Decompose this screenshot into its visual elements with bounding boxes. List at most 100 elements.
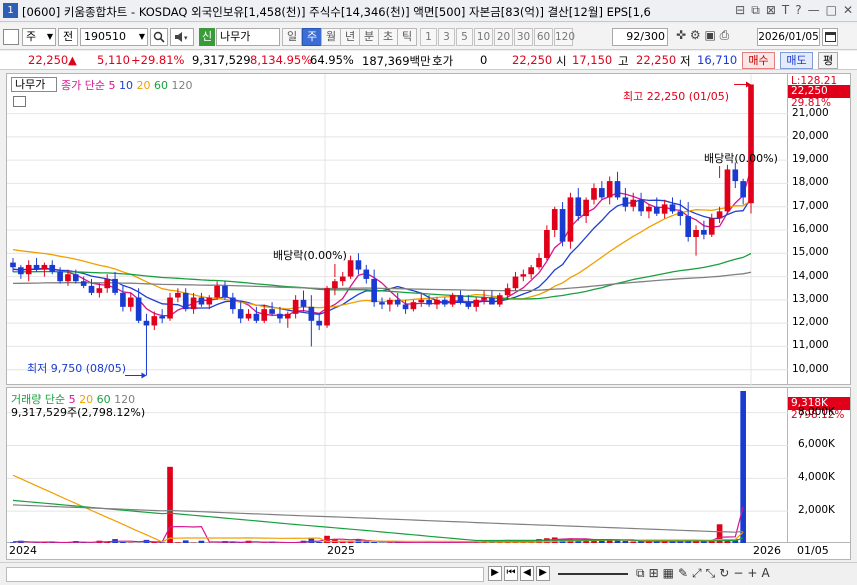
candle-body bbox=[457, 295, 464, 303]
copy-icon[interactable]: ⧉ bbox=[636, 566, 645, 581]
high-annotation: 최고 22,250 (01/05) bbox=[623, 90, 730, 103]
speaker-icon[interactable]: ▾ bbox=[170, 28, 194, 46]
period-week[interactable]: 주 bbox=[302, 28, 322, 46]
num-button-60[interactable]: 60 bbox=[534, 28, 553, 46]
num-button-20[interactable]: 20 bbox=[494, 28, 513, 46]
volume-ma-line-5 bbox=[12, 506, 744, 544]
period-year[interactable]: 년 bbox=[340, 28, 360, 46]
zoom-out-icon[interactable]: − bbox=[733, 566, 743, 581]
period-second[interactable]: 초 bbox=[378, 28, 398, 46]
period-day[interactable]: 일 bbox=[282, 28, 302, 46]
candle-body bbox=[544, 230, 550, 258]
scrollbar-area: ▶ ⏮ ◀ ▶ ⧉ ⊞ ▦ ✎ ⤢ ⤡ ↻ − + A bbox=[0, 562, 857, 585]
candle-body bbox=[567, 197, 574, 242]
count-field[interactable]: 92/300 bbox=[612, 28, 668, 46]
print-icon[interactable]: ⎙ bbox=[720, 28, 730, 42]
num-button-3[interactable]: 3 bbox=[438, 28, 455, 46]
minimize-icon[interactable]: — bbox=[808, 3, 820, 18]
candle-body bbox=[638, 199, 644, 212]
scroll-left-button[interactable]: ▶ bbox=[488, 566, 502, 581]
scroll-track[interactable] bbox=[6, 567, 484, 582]
eval-button[interactable]: 평 bbox=[818, 52, 838, 69]
hoga-price: 22,250 bbox=[512, 53, 553, 67]
crosshair-icon[interactable]: ✜ bbox=[676, 28, 686, 42]
zoom-in-icon[interactable]: + bbox=[747, 566, 757, 581]
period-tick[interactable]: 틱 bbox=[397, 28, 417, 46]
candle-body bbox=[339, 276, 346, 282]
candle-body bbox=[206, 297, 213, 305]
date-field[interactable]: 2026/01/05 bbox=[757, 28, 820, 46]
search-icon[interactable] bbox=[150, 28, 168, 46]
candle-body bbox=[190, 297, 197, 310]
candle-body bbox=[496, 295, 503, 305]
candle-body bbox=[740, 181, 746, 198]
date-axis: 2024 2025 2026 01/05 bbox=[6, 543, 851, 560]
volume-bar bbox=[740, 390, 746, 544]
candle-body bbox=[614, 181, 621, 198]
save-icon[interactable]: ▣ bbox=[704, 28, 715, 42]
period-minute[interactable]: 분 bbox=[359, 28, 379, 46]
candle-body bbox=[120, 292, 126, 307]
expand-icon[interactable]: ⤢ bbox=[692, 566, 702, 581]
price-axis-tick: 21,000 bbox=[792, 106, 829, 119]
period-month[interactable]: 월 bbox=[321, 28, 341, 46]
candle-body bbox=[630, 199, 637, 207]
help-icon[interactable]: ? bbox=[795, 3, 801, 18]
maximize-icon[interactable]: □ bbox=[826, 3, 837, 18]
font-size-icon[interactable]: A bbox=[761, 566, 769, 581]
stock-tab[interactable]: 나무가 bbox=[11, 77, 57, 92]
price-axis-tick: 14,000 bbox=[792, 269, 829, 282]
new-badge: 신 bbox=[199, 28, 215, 46]
print-icon[interactable]: ⊠ bbox=[766, 3, 776, 18]
table-icon[interactable]: ▦ bbox=[663, 566, 674, 581]
close-icon[interactable]: ✕ bbox=[843, 3, 853, 18]
scroll-first-button[interactable]: ⏮ bbox=[504, 566, 518, 581]
shrink-icon[interactable]: ⤡ bbox=[706, 566, 716, 581]
volume-chart-panel[interactable]: 거래량 단순 5 20 60 120 9,317,529주(2,798.12%) bbox=[6, 387, 789, 544]
pencil-icon[interactable]: ✎ bbox=[678, 566, 688, 581]
hoga-label: 호가 bbox=[432, 54, 454, 68]
num-button-10[interactable]: 10 bbox=[474, 28, 493, 46]
refresh-icon[interactable]: ↻ bbox=[719, 566, 729, 581]
calendar-icon[interactable] bbox=[822, 28, 838, 46]
toolbar: 주 ▼ 전 190510 ▼ ▾ 신 나무가 일 주 월 년 분 초 틱 1 3 5… bbox=[0, 24, 857, 50]
type-select[interactable]: 주 ▼ bbox=[22, 28, 56, 46]
num-button-5[interactable]: 5 bbox=[456, 28, 473, 46]
scroll-next-button[interactable]: ▶ bbox=[536, 566, 550, 581]
price-axis-tick: 15,000 bbox=[792, 246, 829, 259]
candle-body bbox=[426, 299, 432, 305]
num-button-120[interactable]: 120 bbox=[554, 28, 575, 46]
dividend-label-2: 배당락(0.00%) bbox=[704, 152, 778, 165]
price-axis-tick: 17,000 bbox=[792, 199, 829, 212]
buy-button[interactable]: 매수 bbox=[742, 52, 775, 69]
pin-icon[interactable]: ⊟ bbox=[735, 3, 745, 18]
candle-body bbox=[622, 197, 629, 207]
high-price: 22,250 bbox=[636, 53, 677, 67]
settings-icon[interactable]: ⚙ bbox=[690, 28, 701, 42]
grid-toggle-icon[interactable] bbox=[13, 96, 26, 107]
num-button-1[interactable]: 1 bbox=[420, 28, 437, 46]
price-chart-panel[interactable]: 나무가 종가 단순 5 10 20 60 120 최고 22,250 (01/0… bbox=[6, 73, 789, 386]
layout-icon[interactable] bbox=[3, 29, 19, 45]
volume-pct: 8,134.95% bbox=[250, 53, 313, 67]
link-icon[interactable]: ⧉ bbox=[751, 3, 760, 18]
text-icon[interactable]: T bbox=[782, 3, 789, 18]
code-input[interactable]: 190510 ▼ bbox=[80, 28, 148, 46]
candle-body bbox=[371, 278, 377, 303]
candle-body bbox=[661, 204, 668, 214]
price-axis-tick: 20,000 bbox=[792, 129, 829, 142]
zoom-slider[interactable] bbox=[558, 573, 628, 575]
price-axis-tick: 10,000 bbox=[792, 362, 829, 375]
candle-body bbox=[127, 297, 134, 307]
price-axis-tick: 16,000 bbox=[792, 223, 829, 235]
trade-amount: 187,369백만 bbox=[362, 54, 431, 68]
layout-icon[interactable]: ⊞ bbox=[649, 566, 659, 581]
stock-name-field[interactable]: 나무가 bbox=[216, 28, 280, 46]
prev-button[interactable]: 전 bbox=[58, 28, 78, 46]
candle-body bbox=[88, 285, 95, 293]
scroll-prev-button[interactable]: ◀ bbox=[520, 566, 534, 581]
sell-button[interactable]: 매도 bbox=[780, 52, 813, 69]
num-button-30[interactable]: 30 bbox=[514, 28, 533, 46]
price-axis-tick: 19,000 bbox=[792, 153, 829, 166]
price-change: 5,110 bbox=[97, 53, 130, 67]
